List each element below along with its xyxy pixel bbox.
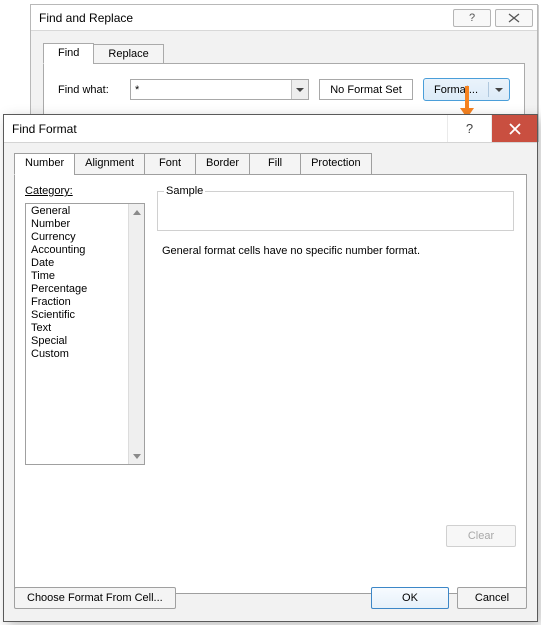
tab-alignment[interactable]: Alignment — [74, 153, 145, 175]
category-item[interactable]: Currency — [29, 231, 144, 244]
sample-label: Sample — [164, 185, 205, 197]
cancel-button[interactable]: Cancel — [457, 587, 527, 609]
find-format-footer: Choose Format From Cell... OK Cancel — [14, 585, 527, 611]
category-item[interactable]: Scientific — [29, 309, 144, 322]
scroll-down-button[interactable] — [129, 448, 144, 464]
format-description: General format cells have no specific nu… — [162, 245, 514, 257]
format-button[interactable]: Format... — [423, 78, 510, 101]
format-state-display: No Format Set — [319, 79, 413, 100]
number-panel: Category: GeneralNumberCurrencyAccountin… — [14, 174, 527, 594]
category-item[interactable]: Number — [29, 218, 144, 231]
scroll-up-button[interactable] — [129, 204, 144, 220]
close-button[interactable] — [491, 115, 537, 142]
chevron-down-icon — [296, 88, 304, 92]
category-item[interactable]: Fraction — [29, 296, 144, 309]
category-listbox[interactable]: GeneralNumberCurrencyAccountingDateTimeP… — [25, 203, 145, 465]
scrollbar[interactable] — [128, 204, 144, 464]
find-what-dropdown[interactable] — [291, 80, 308, 99]
sample-box: Sample — [157, 185, 514, 231]
close-icon — [508, 13, 520, 23]
category-item[interactable]: Time — [29, 270, 144, 283]
category-item[interactable]: Text — [29, 322, 144, 335]
find-replace-tabs: Find Replace — [43, 43, 525, 64]
chevron-down-icon — [495, 88, 503, 92]
find-panel: Find what: No Format Set Format... — [43, 64, 525, 116]
tab-border[interactable]: Border — [195, 153, 250, 175]
tab-replace[interactable]: Replace — [93, 44, 163, 64]
find-format-title: Find Format — [4, 115, 447, 142]
tab-protection[interactable]: Protection — [300, 153, 372, 175]
clear-button[interactable]: Clear — [446, 525, 516, 547]
find-what-input[interactable] — [131, 80, 291, 99]
help-button[interactable]: ? — [453, 9, 491, 27]
close-icon — [508, 123, 522, 135]
category-item[interactable]: Custom — [29, 348, 144, 361]
tab-font[interactable]: Font — [144, 153, 196, 175]
help-button[interactable]: ? — [447, 115, 491, 142]
find-format-titlebar: Find Format ? — [4, 115, 537, 143]
category-item[interactable]: Date — [29, 257, 144, 270]
category-items: GeneralNumberCurrencyAccountingDateTimeP… — [26, 204, 144, 361]
category-item[interactable]: Accounting — [29, 244, 144, 257]
tab-find[interactable]: Find — [43, 43, 94, 64]
find-replace-title: Find and Replace — [39, 11, 449, 25]
find-replace-titlebar: Find and Replace ? — [31, 5, 537, 31]
category-item[interactable]: Special — [29, 335, 144, 348]
find-format-body: Number Alignment Font Border Fill Protec… — [4, 143, 537, 621]
find-what-combo[interactable] — [130, 79, 309, 100]
find-format-dialog: Find Format ? Number Alignment Font Bord… — [3, 114, 538, 622]
find-what-label: Find what: — [58, 84, 120, 96]
ok-button[interactable]: OK — [371, 587, 449, 609]
triangle-up-icon — [133, 210, 141, 215]
find-format-tabs: Number Alignment Font Border Fill Protec… — [14, 153, 527, 175]
category-item[interactable]: General — [29, 205, 144, 218]
close-button[interactable] — [495, 9, 533, 27]
choose-format-from-cell-button[interactable]: Choose Format From Cell... — [14, 587, 176, 609]
triangle-down-icon — [133, 454, 141, 459]
tab-number[interactable]: Number — [14, 153, 75, 175]
format-button-label: Format... — [434, 84, 478, 96]
tab-fill[interactable]: Fill — [249, 153, 301, 175]
category-item[interactable]: Percentage — [29, 283, 144, 296]
